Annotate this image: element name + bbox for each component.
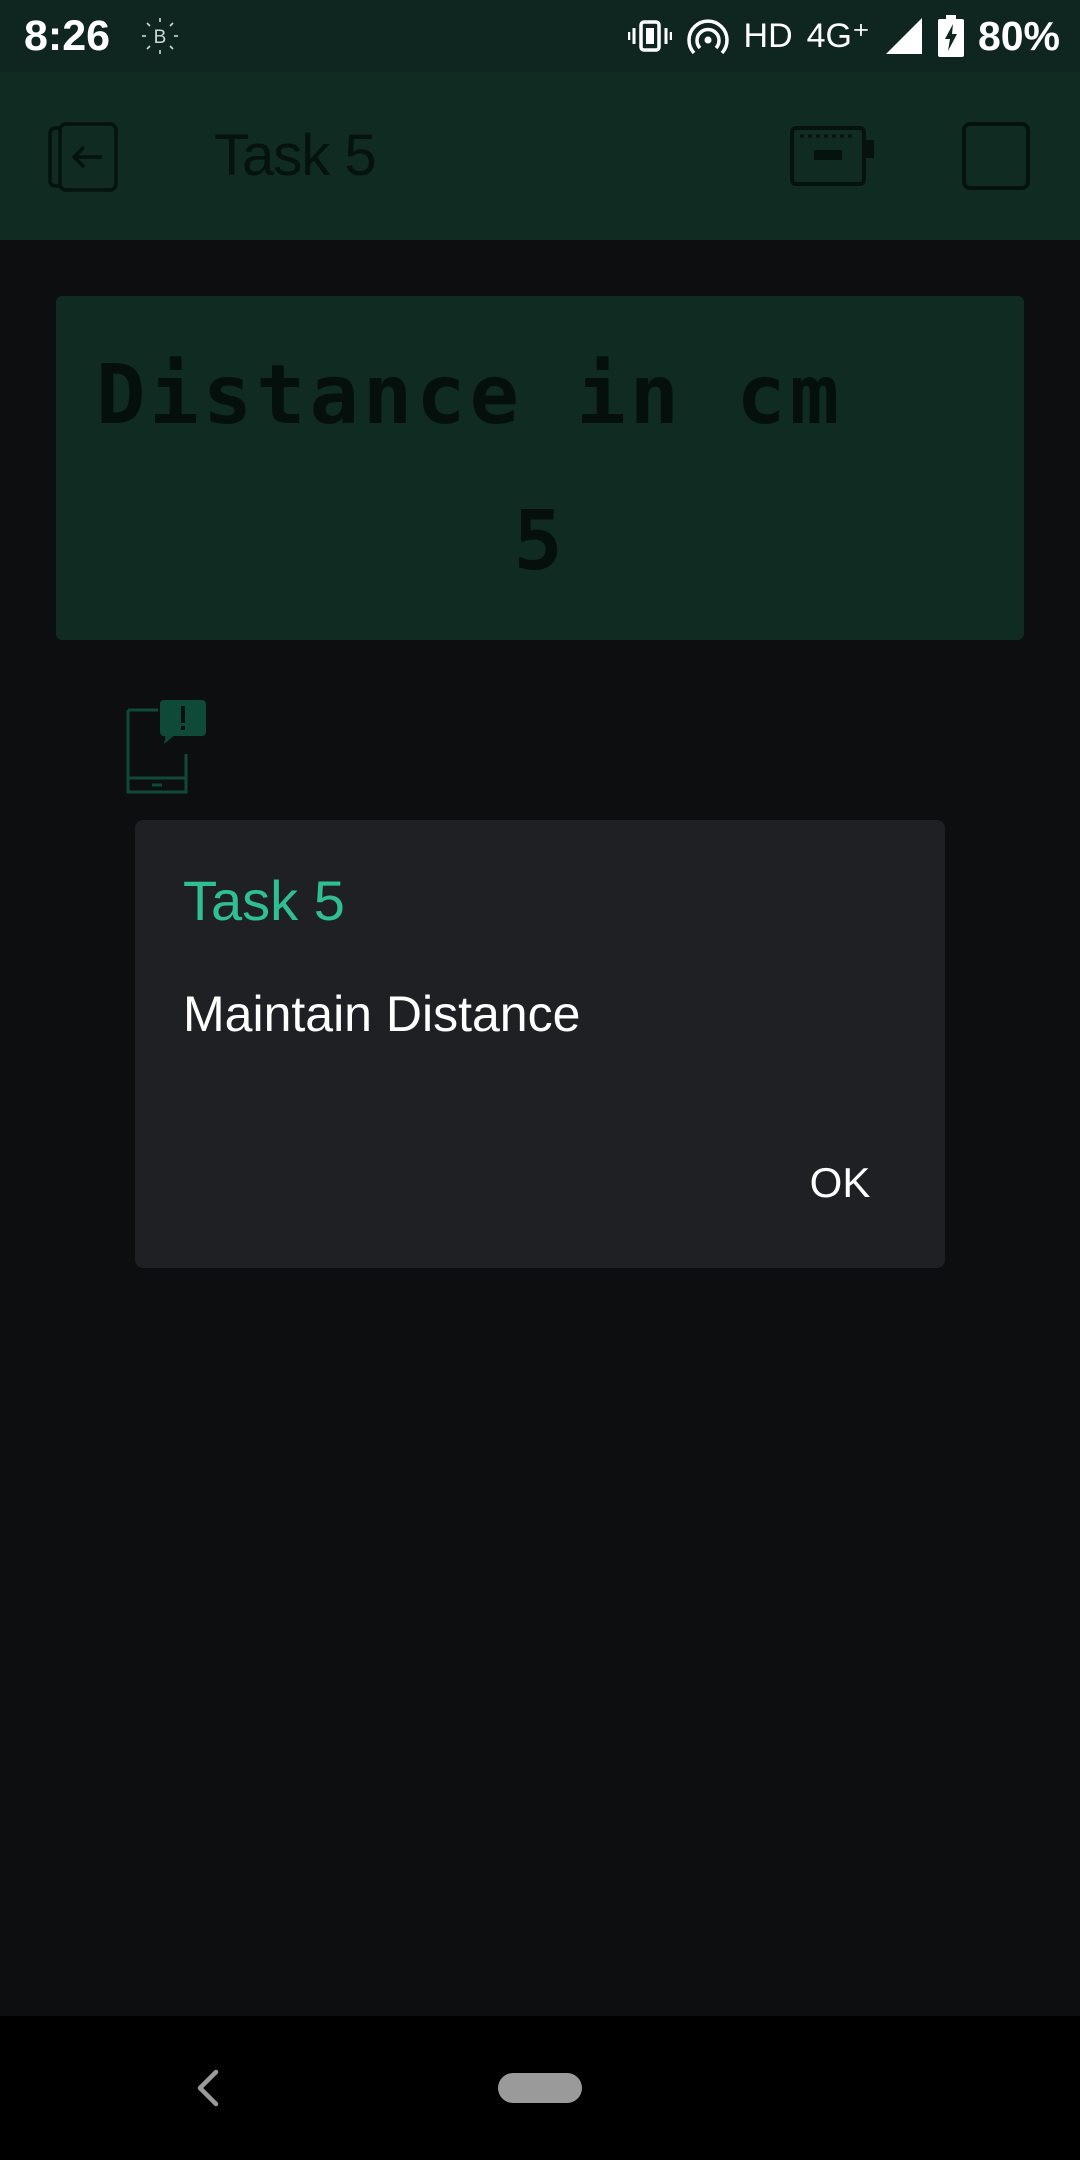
navigation-bar xyxy=(0,2016,1080,2160)
device-status-icon[interactable] xyxy=(790,124,874,188)
signal-strength-icon xyxy=(885,18,922,54)
svg-text:B: B xyxy=(154,27,167,48)
screen: 8:26 B HD 4G⁺ 80% Task 5 Distance in cm … xyxy=(0,0,1080,2160)
status-time: 8:26 xyxy=(24,12,111,60)
network-type: HD xyxy=(743,17,793,55)
battery-percent: 80% xyxy=(977,12,1060,59)
lcd-line-2: 5 xyxy=(513,494,567,589)
dialog-title: Task 5 xyxy=(183,869,345,932)
notification-dialog: Task 5 Maintain Distance OK xyxy=(135,820,945,1268)
notification-widget-icon[interactable] xyxy=(126,698,208,796)
nav-home-pill[interactable] xyxy=(498,2073,582,2103)
hotspot-icon xyxy=(686,19,729,55)
nav-back-icon[interactable] xyxy=(190,2066,226,2110)
status-icons: HD 4G⁺ 80% xyxy=(627,10,1060,62)
play-stop-icon[interactable] xyxy=(962,122,1030,190)
battery-charging-icon xyxy=(937,15,964,57)
blynk-notification-icon: B xyxy=(142,18,178,54)
exit-project-icon[interactable] xyxy=(48,122,120,192)
status-bar: 8:26 B HD 4G⁺ 80% xyxy=(0,0,1080,72)
vibrate-icon xyxy=(627,20,672,52)
project-title: Task 5 xyxy=(214,123,377,188)
lcd-widget[interactable]: Distance in cm 5 xyxy=(56,296,1024,640)
signal-type: 4G⁺ xyxy=(806,17,870,55)
lcd-line-1: Distance in cm xyxy=(96,348,844,443)
app-bar: Task 5 xyxy=(0,72,1080,240)
ok-button[interactable]: OK xyxy=(775,1138,905,1228)
dialog-message: Maintain Distance xyxy=(183,986,581,1042)
